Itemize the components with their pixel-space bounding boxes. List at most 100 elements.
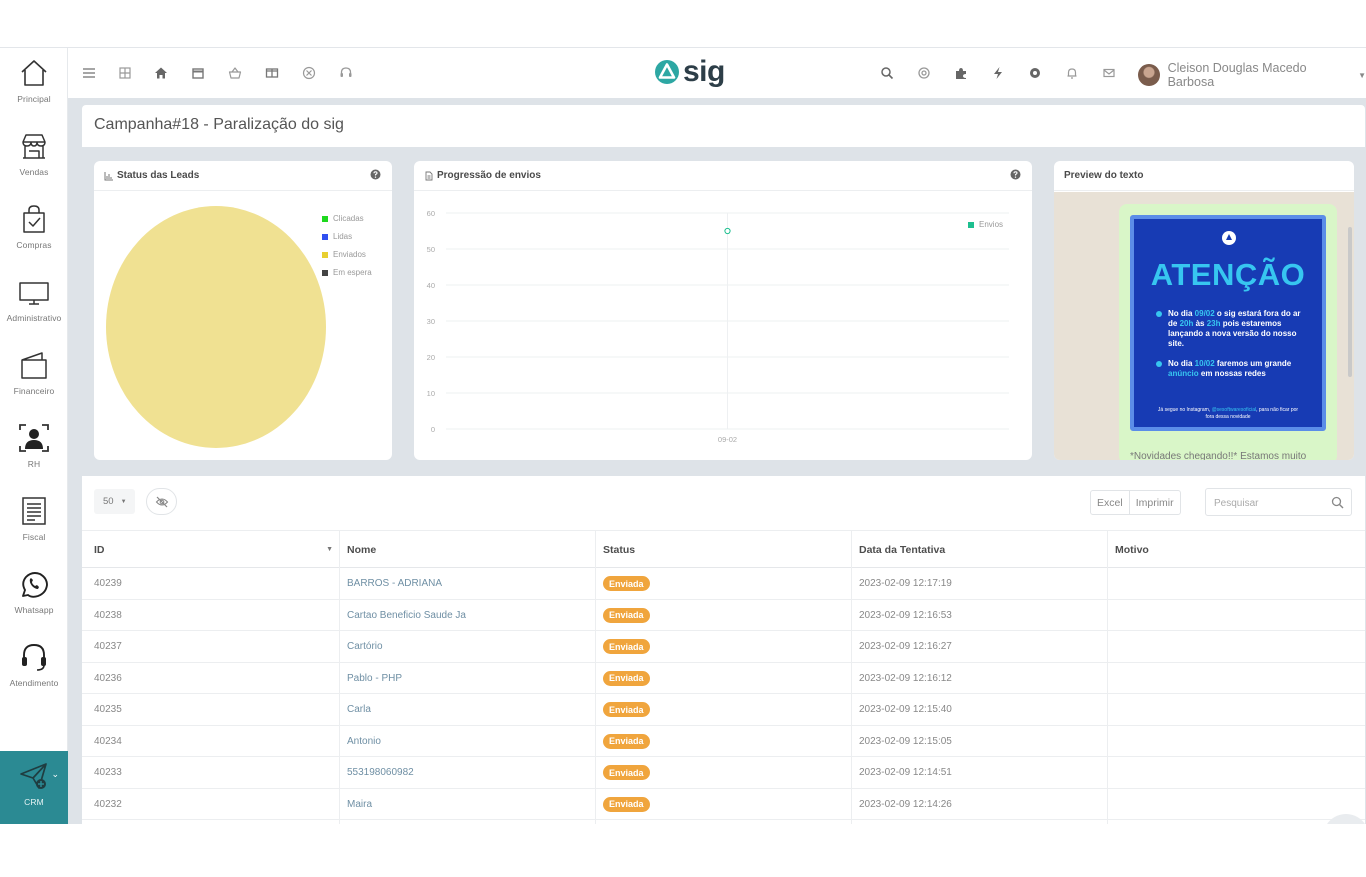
x-tick-label: 09-02 — [718, 435, 737, 444]
receipt-icon — [22, 497, 46, 525]
card-header: Preview do texto — [1054, 161, 1354, 191]
cell-name-link[interactable]: Carla — [339, 694, 595, 725]
cell-name-link[interactable]: Cartório — [339, 631, 595, 662]
sidebar-item-administrativo[interactable]: Administrativo — [0, 267, 68, 340]
at-sign-icon[interactable] — [915, 64, 933, 82]
help-icon[interactable] — [370, 169, 381, 180]
avatar — [1138, 64, 1160, 86]
column-header-nome[interactable]: Nome — [339, 531, 595, 569]
column-visibility-button[interactable] — [146, 488, 177, 515]
cell-id: 40232 — [94, 798, 122, 810]
cell-name-link[interactable]: Pablo - PHP — [339, 663, 595, 694]
cell-name-link[interactable]: 553198060982 — [339, 757, 595, 788]
pie-slice-enviados[interactable] — [106, 206, 326, 448]
data-point-envios[interactable] — [724, 227, 731, 235]
status-badge: Enviada — [603, 670, 650, 686]
page-title: Campanha#18 - Paralização do sig — [94, 116, 344, 133]
sidebar-item-principal[interactable]: Principal — [0, 48, 68, 121]
sidebar-item-rh[interactable]: RH — [0, 413, 68, 486]
cell-name-link[interactable]: Maira — [339, 789, 595, 820]
card-header: Status das Leads — [94, 161, 392, 191]
bell-icon[interactable] — [1063, 64, 1081, 82]
status-badge: Enviada — [603, 576, 650, 591]
preview-scrollbar[interactable] — [1348, 227, 1352, 377]
table-row[interactable]: 40234 Antonio Enviada 2023-02-09 12:15:05 — [82, 726, 1365, 757]
sidebar-item-vendas[interactable]: Vendas — [0, 121, 68, 194]
lightning-icon[interactable] — [989, 64, 1007, 82]
status-badge: Enviada — [603, 796, 650, 812]
legend-item-enviados[interactable]: Enviados — [322, 250, 366, 259]
table-row[interactable]: 40238 Cartao Beneficio Saude Ja Enviada 202… — [82, 600, 1365, 631]
cell-date: 2023-02-09 12:14:51 — [859, 767, 952, 778]
column-header-status[interactable]: Status — [595, 531, 851, 569]
monitor-icon — [19, 282, 49, 305]
app-shell: Principal Vendas Compras Administrativo … — [0, 47, 1366, 824]
sidebar-item-crm[interactable]: ⌄ CRM — [0, 751, 68, 824]
status-badge: Enviada — [603, 733, 650, 749]
cell-id: 40239 — [94, 578, 122, 589]
card-header: Progressão de envios — [414, 161, 1032, 191]
sig-logo[interactable]: sig — [654, 54, 725, 90]
legend-item-envios[interactable]: Envios — [968, 220, 1003, 229]
column-header-motivo[interactable]: Motivo — [1107, 531, 1363, 569]
table-row[interactable]: 40236 Pablo - PHP Enviada 2023-02-09 12:16:… — [82, 663, 1365, 694]
poster-title: ATENÇÃO — [1150, 257, 1306, 292]
print-button[interactable]: Imprimir — [1128, 491, 1180, 514]
columns-icon[interactable] — [263, 64, 281, 82]
close-circle-icon[interactable] — [300, 64, 318, 82]
column-header-id[interactable]: ID ▼ — [86, 531, 338, 569]
sidebar-item-compras[interactable]: Compras — [0, 194, 68, 267]
search-icon[interactable] — [878, 64, 896, 82]
puzzle-icon[interactable] — [952, 64, 970, 82]
chat-preview-background: ATENÇÃO No dia 09/02 o sig estará fora d… — [1054, 192, 1354, 460]
legend-item-em-espera[interactable]: Em espera — [322, 268, 372, 277]
message-image: ATENÇÃO No dia 09/02 o sig estará fora d… — [1130, 215, 1326, 431]
cell-name-link[interactable]: BARROS - ADRIANA — [339, 568, 595, 599]
sidebar-item-whatsapp[interactable]: Whatsapp — [0, 559, 68, 632]
cell-reason — [1107, 663, 1363, 694]
cell-name-link[interactable]: Antonio — [339, 726, 595, 757]
sidebar-item-atendimento[interactable]: Atendimento — [0, 632, 68, 705]
mail-icon[interactable] — [1100, 64, 1118, 82]
y-tick-label: 60 — [427, 209, 435, 218]
legend-swatch — [322, 233, 328, 240]
help-icon[interactable] — [1010, 169, 1021, 180]
cell-id: 40233 — [94, 767, 122, 778]
search-input[interactable] — [1214, 495, 1324, 511]
legend-item-lidas[interactable]: Lidas — [322, 232, 352, 241]
cell-date: 2023-02-09 12:15:40 — [859, 704, 952, 715]
wallet-icon — [21, 352, 47, 379]
home-icon[interactable] — [152, 64, 170, 82]
sidebar-item-fiscal[interactable]: Fiscal — [0, 486, 68, 559]
legend-label: Envios — [979, 220, 1004, 229]
bullet-icon — [1156, 311, 1162, 317]
basket-icon[interactable] — [226, 64, 244, 82]
page-length-select[interactable]: 50 ▼ — [94, 489, 135, 514]
card-title-text: Status das Leads — [117, 170, 200, 181]
user-menu[interactable]: Cleison Douglas Macedo Barbosa ▼ — [1138, 61, 1366, 89]
cell-date: 2023-02-09 12:16:12 — [859, 672, 952, 684]
cell-name-link[interactable]: Cartao Beneficio Saude Ja — [339, 600, 595, 631]
page-length-value: 50 — [103, 496, 114, 507]
calendar-icon[interactable] — [189, 64, 207, 82]
whatsapp-icon — [22, 572, 48, 598]
grid-icon[interactable] — [116, 64, 134, 82]
excel-button[interactable]: Excel — [1091, 491, 1129, 514]
settings-icon[interactable] — [1026, 64, 1044, 82]
table-row[interactable]: 40235 Carla Enviada 2023-02-09 12:15:40 — [82, 694, 1365, 726]
table-row[interactable]: 40239 BARROS - ADRIANA Enviada 2023-02-09 1… — [82, 568, 1365, 600]
card-title: Progressão de envios — [424, 170, 541, 181]
column-header-data[interactable]: Data da Tentativa — [851, 531, 1107, 569]
legend-item-clicadas[interactable]: Clicadas — [322, 214, 364, 223]
support-icon[interactable] — [337, 64, 355, 82]
table-row[interactable]: 40233 553198060982 Enviada 2023-02-09 12:14… — [82, 757, 1365, 789]
chevron-down-icon: ▼ — [1358, 70, 1366, 80]
table-row[interactable]: 40232 Maira Enviada 2023-02-09 12:14:26 — [82, 789, 1365, 820]
search-icon[interactable] — [1331, 496, 1344, 509]
menu-icon[interactable] — [80, 64, 98, 82]
sidebar-item-label: Vendas — [19, 167, 49, 177]
table-row[interactable]: 40237 Cartório Enviada 2023-02-09 12:16:27 — [82, 631, 1365, 663]
card-title-text: Progressão de envios — [437, 170, 541, 181]
sidebar-item-financeiro[interactable]: Financeiro — [0, 340, 68, 413]
bar-chart-icon — [104, 171, 113, 180]
